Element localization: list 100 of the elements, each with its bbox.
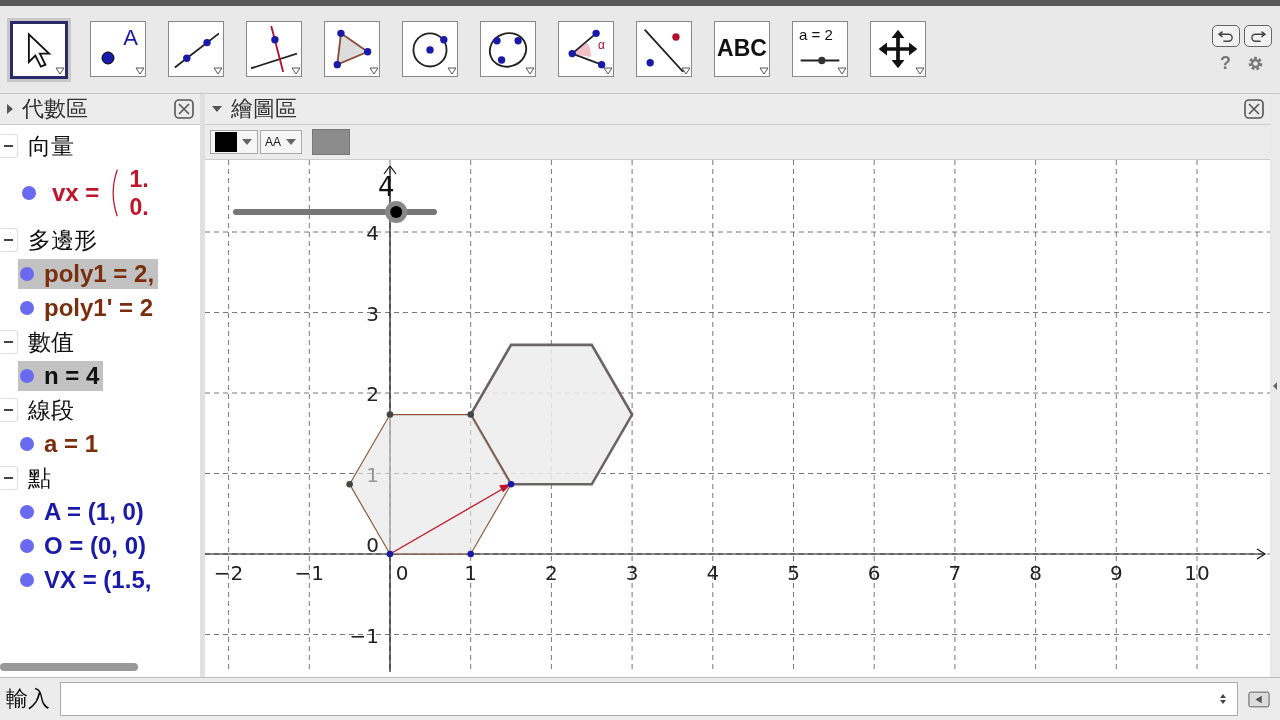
visibility-dot[interactable] — [20, 267, 34, 281]
hexagon[interactable] — [469, 343, 634, 486]
collapse-button[interactable] — [0, 398, 18, 422]
axis-label: 3 — [625, 561, 639, 585]
scrollbar[interactable] — [0, 663, 138, 671]
close-icon[interactable] — [1244, 99, 1264, 119]
axis-label: 4 — [706, 561, 720, 585]
tool-button[interactable]: ABC — [714, 20, 770, 77]
collapse-arrow-icon[interactable] — [211, 105, 223, 113]
axis-label: 9 — [1109, 561, 1123, 585]
close-icon[interactable] — [174, 99, 194, 119]
hexagon[interactable] — [348, 413, 512, 555]
slider-thumb[interactable] — [385, 201, 408, 223]
tool-button[interactable]: α — [558, 20, 614, 77]
tool-button[interactable]: A — [90, 20, 146, 77]
point[interactable] — [467, 411, 474, 418]
axis-label: 1 — [464, 561, 478, 585]
group-title: 多邊形 — [28, 225, 97, 255]
tool-button[interactable] — [246, 20, 302, 77]
tool-button[interactable] — [10, 20, 68, 79]
dropdown-corner-icon — [837, 66, 847, 75]
dropdown-corner-icon — [55, 66, 65, 75]
redo-icon — [1249, 29, 1267, 43]
tool-button[interactable]: a = 2 — [792, 20, 848, 77]
tool-button[interactable] — [870, 20, 926, 77]
vector-component: 0. — [129, 193, 149, 221]
undo-button[interactable] — [1212, 25, 1240, 47]
input-label: 輸入 — [6, 685, 50, 713]
dropdown-corner-icon — [681, 66, 691, 75]
visibility-dot[interactable] — [20, 437, 34, 451]
point[interactable] — [507, 481, 515, 488]
object-definition[interactable]: VX = (1.5, — [44, 566, 152, 594]
expand-arrow-icon[interactable] — [1272, 380, 1278, 391]
group-title: 點 — [28, 463, 51, 493]
keyboard-toggle-icon[interactable] — [1248, 690, 1270, 708]
caret-icon — [241, 138, 253, 146]
toggle-button[interactable] — [312, 129, 350, 155]
perpendicular-line-icon — [251, 25, 297, 72]
vector-component: 1. — [129, 165, 149, 193]
axis-label: 2 — [545, 561, 558, 585]
visibility-dot[interactable] — [20, 505, 34, 519]
object-definition[interactable]: A = (1, 0) — [44, 498, 144, 526]
point-icon — [101, 50, 115, 65]
redo-button[interactable] — [1244, 25, 1272, 47]
spinner-icon[interactable] — [1219, 692, 1227, 706]
caret-icon — [285, 138, 297, 146]
point[interactable] — [346, 481, 353, 488]
axis-label: −1 — [349, 623, 379, 648]
tool-button[interactable] — [402, 20, 458, 77]
collapse-button[interactable] — [0, 466, 18, 490]
settings-icon[interactable] — [1247, 55, 1264, 72]
axis-label: 0 — [366, 533, 379, 557]
collapse-button[interactable] — [0, 228, 18, 252]
visibility-dot[interactable] — [20, 573, 34, 587]
axis-label: 10 — [1184, 561, 1210, 585]
group-title: 數值 — [28, 327, 74, 357]
dropdown-corner-icon — [213, 66, 223, 75]
visibility-dot[interactable] — [22, 186, 36, 200]
group-title: 線段 — [28, 395, 74, 425]
object-definition[interactable]: a = 1 — [44, 430, 99, 458]
visibility-dot[interactable] — [20, 369, 34, 383]
point[interactable] — [386, 411, 394, 418]
collapse-button[interactable] — [0, 134, 18, 158]
axis-label: 4 — [366, 221, 379, 245]
dropdown-corner-icon — [525, 66, 535, 75]
collapse-button[interactable] — [0, 330, 18, 354]
tool-button[interactable] — [324, 20, 380, 77]
tool-button[interactable] — [480, 20, 536, 77]
point[interactable] — [386, 550, 394, 558]
axis-label: 7 — [948, 561, 962, 585]
axis-label: −2 — [213, 561, 244, 585]
axis-label: 6 — [867, 561, 881, 585]
input-field[interactable] — [60, 682, 1238, 716]
dropdown-corner-icon — [603, 66, 613, 75]
axis-label: 5 — [787, 561, 800, 585]
collapse-arrow-icon[interactable] — [6, 103, 14, 115]
color-button[interactable] — [210, 130, 258, 154]
text-style-button[interactable]: AA — [260, 130, 302, 154]
dropdown-corner-icon — [369, 66, 379, 75]
axis-label: −1 — [294, 561, 325, 585]
axis-label: 2 — [366, 382, 379, 406]
dropdown-corner-icon — [291, 66, 301, 75]
axis-label: 0 — [395, 561, 409, 585]
point[interactable] — [467, 550, 474, 558]
axis-label: 1 — [366, 462, 379, 487]
dropdown-corner-icon — [759, 66, 769, 75]
dropdown-corner-icon — [135, 66, 145, 75]
panel-title: 繪圖區 — [231, 95, 297, 123]
help-button[interactable]: ? — [1220, 53, 1231, 74]
dropdown-corner-icon — [447, 66, 457, 75]
object-definition[interactable]: vx = — [52, 179, 100, 207]
tool-button[interactable] — [636, 20, 692, 77]
visibility-dot[interactable] — [20, 301, 34, 315]
tool-button[interactable] — [168, 20, 224, 77]
panel-title: 代數區 — [22, 95, 88, 123]
object-definition[interactable]: poly1' = 2 — [44, 294, 154, 322]
group-title: 向量 — [28, 131, 74, 161]
object-definition[interactable]: O = (0, 0) — [44, 532, 147, 560]
visibility-dot[interactable] — [20, 539, 34, 553]
undo-icon — [1217, 29, 1235, 43]
